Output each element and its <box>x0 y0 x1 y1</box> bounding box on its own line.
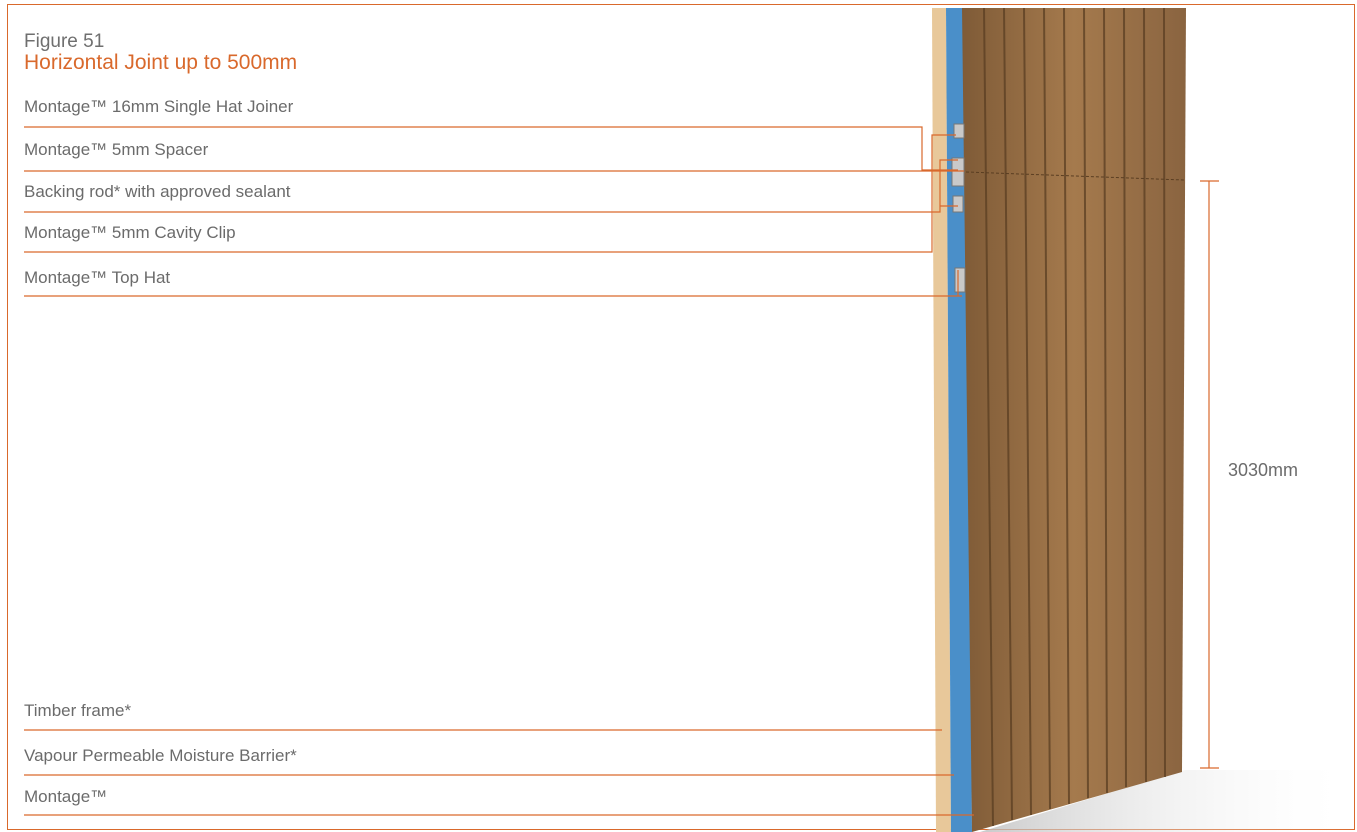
leader-lines <box>24 126 974 816</box>
cladding-panel <box>962 8 1186 832</box>
dimension-line <box>1200 180 1219 769</box>
cladding-illustration <box>24 7 1357 832</box>
